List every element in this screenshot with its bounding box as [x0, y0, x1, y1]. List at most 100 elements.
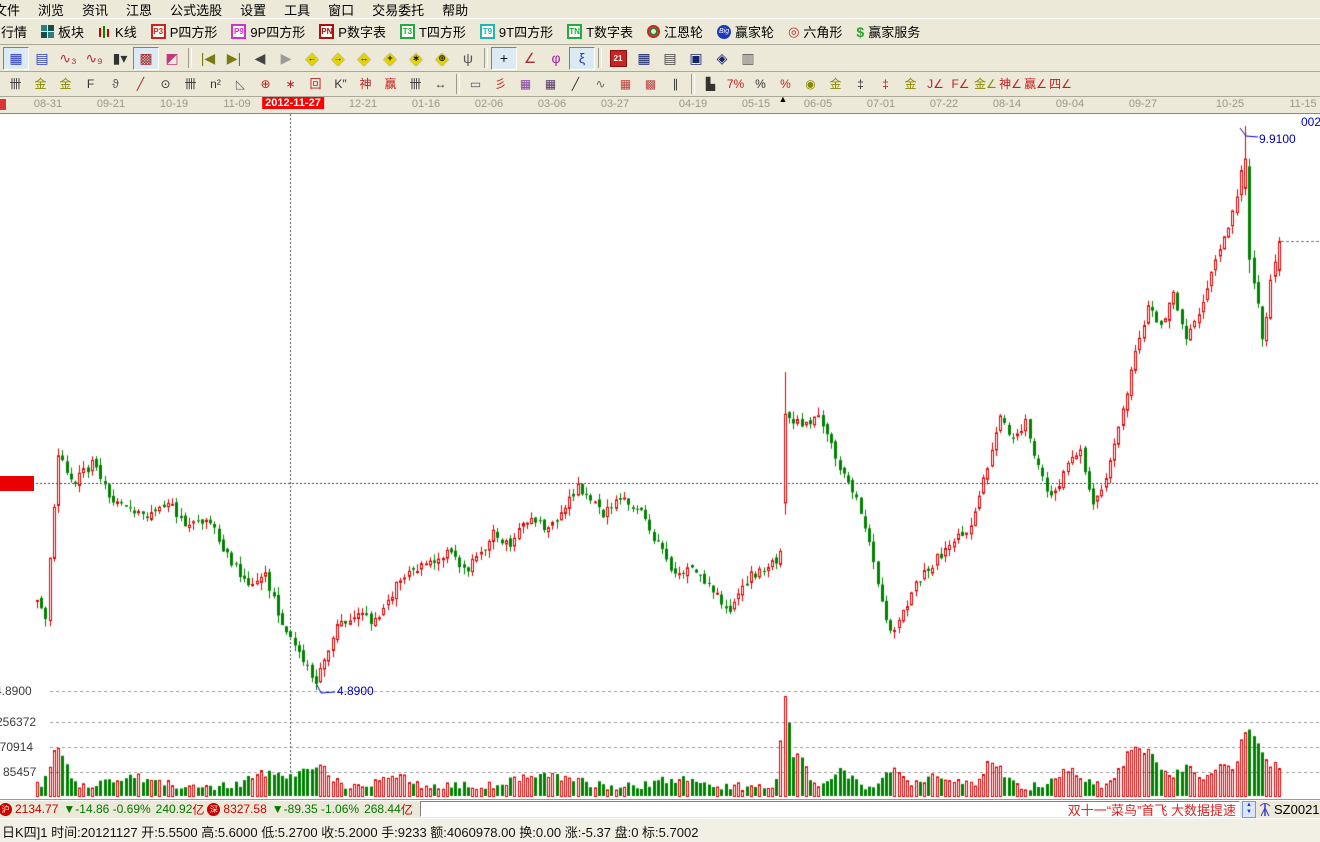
shift-left-icon[interactable]: ◆← — [299, 47, 325, 70]
kline-9-icon[interactable]: ∿₉ — [81, 47, 107, 70]
f10-info-icon[interactable]: ▤ — [29, 47, 55, 70]
draw-text-icon[interactable]: φ — [543, 47, 569, 70]
gold-scale2-icon[interactable]: 金 — [53, 74, 78, 95]
n2-scale-icon[interactable]: n² — [203, 74, 228, 95]
smart-analysis-icon[interactable]: ξ — [569, 47, 595, 70]
circle-scale-icon[interactable]: ⊙ — [153, 74, 178, 95]
save-icon[interactable]: ▣ — [683, 47, 709, 70]
save-web-icon[interactable]: ◈ — [709, 47, 735, 70]
zoom-icon[interactable]: ◆⊕ — [429, 47, 455, 70]
hexagon-button[interactable]: ◎六角形 — [781, 20, 849, 43]
calendar-icon[interactable]: 21 — [605, 47, 631, 70]
prev-page-icon[interactable]: ◀ — [247, 47, 273, 70]
gold-bars-icon[interactable]: 金 — [898, 74, 923, 95]
width-measure-icon[interactable]: ↔ — [428, 74, 453, 95]
hexagon-button-label: 六角形 — [803, 22, 842, 41]
red-grid-icon[interactable]: ▦ — [613, 74, 638, 95]
ninep-square-button[interactable]: P99P四方形 — [224, 20, 312, 43]
k-mark-icon[interactable]: K″ — [328, 74, 353, 95]
spiral-tool-icon[interactable]: ϑ — [103, 74, 128, 95]
si-angle-icon[interactable]: 四∠ — [1048, 74, 1073, 95]
chart-area: 002 9.9100 4.8900 4.8900 256372 170914 8… — [0, 114, 1320, 799]
trend-line-icon[interactable]: ∠ — [517, 47, 543, 70]
color-chart-icon[interactable]: ◩ — [159, 47, 185, 70]
blocks-button[interactable]: 板块 — [34, 20, 91, 43]
angle-pen-icon[interactable]: ◺ — [228, 74, 253, 95]
winner-service-button[interactable]: $赢家服务 — [849, 20, 927, 43]
candlestick-canvas[interactable] — [0, 114, 1320, 799]
percent7-icon[interactable]: 7% — [723, 74, 748, 95]
gold-scale-icon[interactable]: 金 — [28, 74, 53, 95]
gold-circle-icon[interactable]: ◉ — [798, 74, 823, 95]
fib-scale-icon[interactable]: F — [78, 74, 103, 95]
gann-ruler-icon[interactable]: 卌 — [3, 74, 28, 95]
menu-item-3[interactable]: 江恩 — [117, 0, 161, 18]
quotes-button[interactable]: 行情 — [0, 20, 34, 43]
kline-3-icon[interactable]: ∿₃ — [55, 47, 81, 70]
shen-tool-icon[interactable]: 神 — [353, 74, 378, 95]
compress-icon[interactable]: ◆+ — [377, 47, 403, 70]
wave-icon[interactable]: ∿ — [588, 74, 613, 95]
candle-period-icon[interactable]: ▮▾ — [107, 47, 133, 70]
next-page-icon[interactable]: ▶ — [273, 47, 299, 70]
menu-item-7[interactable]: 窗口 — [319, 0, 363, 18]
pen-tool-icon[interactable]: ╱ — [128, 74, 153, 95]
menu-item-0[interactable]: 文件 — [0, 0, 29, 18]
plain-scale-icon[interactable]: 卌 — [178, 74, 203, 95]
crosshair-icon[interactable]: + — [491, 47, 517, 70]
ying-tool-icon[interactable]: 赢 — [378, 74, 403, 95]
red-box-icon[interactable]: 回 — [303, 74, 328, 95]
scale-123-icon[interactable]: 卌 — [403, 74, 428, 95]
menu-item-6[interactable]: 工具 — [275, 0, 319, 18]
ninet-square-button[interactable]: T99T四方形 — [473, 20, 560, 43]
sz-index-value: 8327.58 — [223, 802, 266, 816]
percent-line-icon[interactable]: % — [773, 74, 798, 95]
gold-angle-icon[interactable]: 金∠ — [973, 74, 998, 95]
red-marker-icon[interactable]: ‡ — [873, 74, 898, 95]
menu-item-1[interactable]: 浏览 — [29, 0, 73, 18]
sh-index-unit: 亿 — [192, 801, 204, 818]
p-square-button[interactable]: P3P四方形 — [144, 20, 225, 43]
kline-button[interactable]: K线 — [91, 20, 144, 43]
marker-pen-icon[interactable]: ‡ — [848, 74, 873, 95]
shen-angle-icon[interactable]: 神∠ — [998, 74, 1023, 95]
histogram-icon[interactable]: ▙ — [698, 74, 723, 95]
red-star-icon[interactable]: ∗ — [278, 74, 303, 95]
first-page-icon[interactable]: |◀ — [195, 47, 221, 70]
f-angle-icon[interactable]: F∠ — [948, 74, 973, 95]
t-square-button[interactable]: T3T四方形 — [393, 20, 473, 43]
gann-pattern-icon[interactable]: ▩ — [133, 47, 159, 70]
percent-icon[interactable]: % — [748, 74, 773, 95]
gold-lines-icon[interactable]: 金 — [823, 74, 848, 95]
t-number-button[interactable]: TNT数字表 — [560, 20, 640, 43]
notepad-icon[interactable]: ▤ — [657, 47, 683, 70]
shift-right-icon[interactable]: ◆→ — [325, 47, 351, 70]
purple-grid-icon[interactable]: ▦ — [513, 74, 538, 95]
menu-item-9[interactable]: 帮助 — [433, 0, 477, 18]
selected-date-label: 2012-11-27 — [262, 97, 324, 109]
hand-drag-icon[interactable]: ψ — [455, 47, 481, 70]
expand-all-icon[interactable]: ◆∗ — [403, 47, 429, 70]
stretch-horizontal-icon[interactable]: ◆↔ — [351, 47, 377, 70]
ying-angle-icon[interactable]: 赢∠ — [1023, 74, 1048, 95]
red-target-icon[interactable]: ⊕ — [253, 74, 278, 95]
gann-wheel-button[interactable]: 江恩轮 — [640, 20, 710, 43]
j-angle-icon[interactable]: J∠ — [923, 74, 948, 95]
code-spinner[interactable]: ▲▼ — [1242, 801, 1256, 818]
parallel-lines-icon[interactable]: ∥ — [663, 74, 688, 95]
last-page-icon[interactable]: ▶| — [221, 47, 247, 70]
menu-item-4[interactable]: 公式选股 — [161, 0, 231, 18]
winner-wheel-button[interactable]: Big赢家轮 — [710, 20, 781, 43]
menu-item-5[interactable]: 设置 — [231, 0, 275, 18]
menu-item-8[interactable]: 交易委托 — [363, 0, 433, 18]
rays-icon[interactable]: 彡 — [488, 74, 513, 95]
screen-icon[interactable]: ▭ — [463, 74, 488, 95]
red-grid2-icon[interactable]: ▩ — [638, 74, 663, 95]
p-number-button[interactable]: PNP数字表 — [312, 20, 393, 43]
market-overview-icon[interactable]: ▦ — [3, 47, 29, 70]
system-tools-icon[interactable]: ▥ — [735, 47, 761, 70]
menu-item-2[interactable]: 资讯 — [73, 0, 117, 18]
dark-grid-icon[interactable]: ▦ — [538, 74, 563, 95]
calculator-icon[interactable]: ▦ — [631, 47, 657, 70]
line-pen-icon[interactable]: ╱ — [563, 74, 588, 95]
